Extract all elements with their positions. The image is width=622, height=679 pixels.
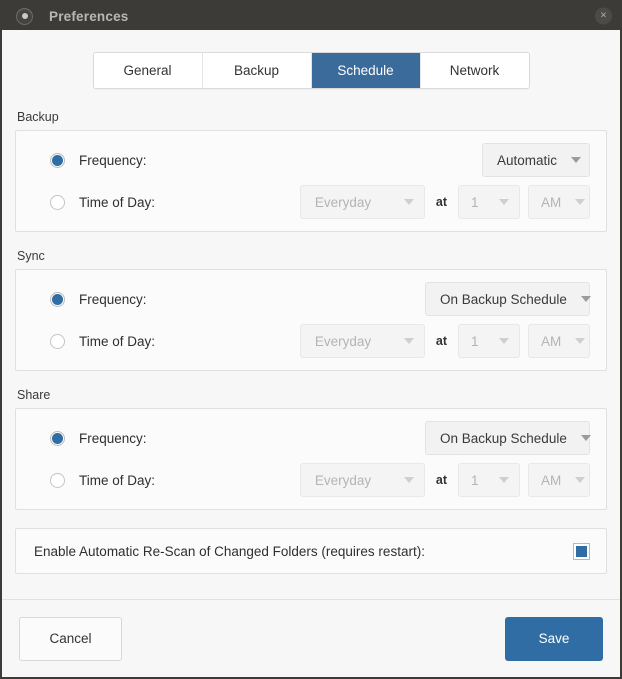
backup-frequency-row: Frequency: Automatic: [32, 143, 590, 177]
sync-hour-value: 1: [471, 333, 479, 349]
sync-hour-dropdown[interactable]: 1: [458, 324, 520, 358]
backup-time-label: Time of Day:: [79, 194, 156, 210]
share-at-label: at: [435, 473, 447, 487]
preferences-window: Preferences × General Backup Schedule Ne…: [0, 0, 622, 679]
chevron-down-icon: [403, 477, 414, 483]
sync-at-label: at: [435, 334, 447, 348]
sync-ampm-dropdown[interactable]: AM: [528, 324, 590, 358]
backup-time-radio[interactable]: [50, 194, 65, 210]
share-frequency-value: On Backup Schedule: [440, 430, 567, 446]
backup-hour-dropdown[interactable]: 1: [458, 185, 520, 219]
sync-frequency-row: Frequency: On Backup Schedule: [32, 282, 591, 316]
backup-time-row: Time of Day: Everyday at 1 AM: [32, 185, 590, 219]
sync-time-label: Time of Day:: [79, 333, 156, 349]
sync-ampm-value: AM: [541, 333, 562, 349]
backup-day-dropdown[interactable]: Everyday: [299, 185, 425, 219]
share-hour-value: 1: [471, 472, 479, 488]
section-title-backup: Backup: [17, 110, 59, 124]
chevron-down-icon: [571, 157, 582, 163]
save-button[interactable]: Save: [505, 616, 603, 661]
share-frequency-dropdown[interactable]: On Backup Schedule: [425, 421, 591, 455]
share-hour-dropdown[interactable]: 1: [458, 463, 520, 497]
share-frequency-row: Frequency: On Backup Schedule: [32, 421, 591, 455]
chevron-down-icon: [403, 199, 414, 205]
sync-frequency-label: Frequency:: [79, 291, 147, 307]
backup-frequency-radio[interactable]: [50, 152, 65, 168]
tab-general[interactable]: General: [93, 53, 203, 88]
chevron-down-icon: [575, 199, 586, 205]
chevron-down-icon: [499, 477, 509, 483]
chevron-down-icon: [499, 199, 509, 205]
dialog-content: General Backup Schedule Network Backup F…: [2, 30, 620, 677]
sync-frequency-radio[interactable]: [50, 291, 65, 307]
section-panel-sync: Frequency: On Backup Schedule Time of Da…: [15, 269, 607, 371]
chevron-down-icon: [580, 296, 591, 302]
chevron-down-icon: [575, 477, 586, 483]
tab-schedule[interactable]: Schedule: [311, 53, 421, 88]
rescan-panel: Enable Automatic Re-Scan of Changed Fold…: [15, 528, 607, 574]
share-frequency-label: Frequency:: [79, 430, 147, 446]
close-icon[interactable]: ×: [595, 7, 612, 25]
sync-time-radio[interactable]: [50, 333, 65, 349]
backup-frequency-dropdown[interactable]: Automatic: [482, 143, 590, 177]
share-day-dropdown[interactable]: Everyday: [299, 463, 425, 497]
backup-ampm-value: AM: [541, 194, 562, 210]
sync-day-value: Everyday: [314, 333, 372, 349]
title-bar: Preferences ×: [2, 2, 620, 30]
section-panel-share: Frequency: On Backup Schedule Time of Da…: [15, 408, 607, 510]
backup-hour-value: 1: [471, 194, 479, 210]
tab-network[interactable]: Network: [420, 53, 529, 88]
share-ampm-dropdown[interactable]: AM: [528, 463, 590, 497]
rescan-checkbox[interactable]: [573, 542, 590, 560]
backup-frequency-value: Automatic: [497, 152, 558, 168]
schedule-sections: Backup Frequency: Automatic Time of Day:…: [2, 110, 620, 510]
rescan-label: Enable Automatic Re-Scan of Changed Fold…: [34, 543, 425, 559]
circle-dot-icon: [16, 7, 33, 25]
tab-bar: General Backup Schedule Network: [92, 52, 530, 89]
backup-frequency-label: Frequency:: [79, 152, 147, 168]
window-title: Preferences: [49, 8, 129, 24]
chevron-down-icon: [403, 338, 414, 344]
backup-ampm-dropdown[interactable]: AM: [528, 185, 590, 219]
sync-frequency-value: On Backup Schedule: [440, 291, 567, 307]
dialog-footer: Cancel Save: [2, 599, 620, 677]
sync-day-dropdown[interactable]: Everyday: [299, 324, 425, 358]
tab-backup[interactable]: Backup: [202, 53, 312, 88]
cancel-button[interactable]: Cancel: [19, 616, 122, 661]
share-ampm-value: AM: [541, 472, 562, 488]
sync-frequency-dropdown[interactable]: On Backup Schedule: [425, 282, 591, 316]
share-time-label: Time of Day:: [79, 472, 156, 488]
section-panel-backup: Frequency: Automatic Time of Day: Everyd…: [15, 130, 607, 232]
chevron-down-icon: [580, 435, 591, 441]
chevron-down-icon: [499, 338, 509, 344]
share-time-radio[interactable]: [50, 472, 65, 488]
tab-bar-wrapper: General Backup Schedule Network: [2, 30, 620, 110]
backup-day-value: Everyday: [314, 194, 372, 210]
share-frequency-radio[interactable]: [50, 430, 65, 446]
share-day-value: Everyday: [314, 472, 372, 488]
chevron-down-icon: [575, 338, 586, 344]
backup-at-label: at: [435, 195, 447, 209]
share-time-row: Time of Day: Everyday at 1 AM: [32, 463, 590, 497]
sync-time-row: Time of Day: Everyday at 1 AM: [32, 324, 590, 358]
section-title-sync: Sync: [17, 249, 45, 263]
section-title-share: Share: [17, 388, 51, 402]
